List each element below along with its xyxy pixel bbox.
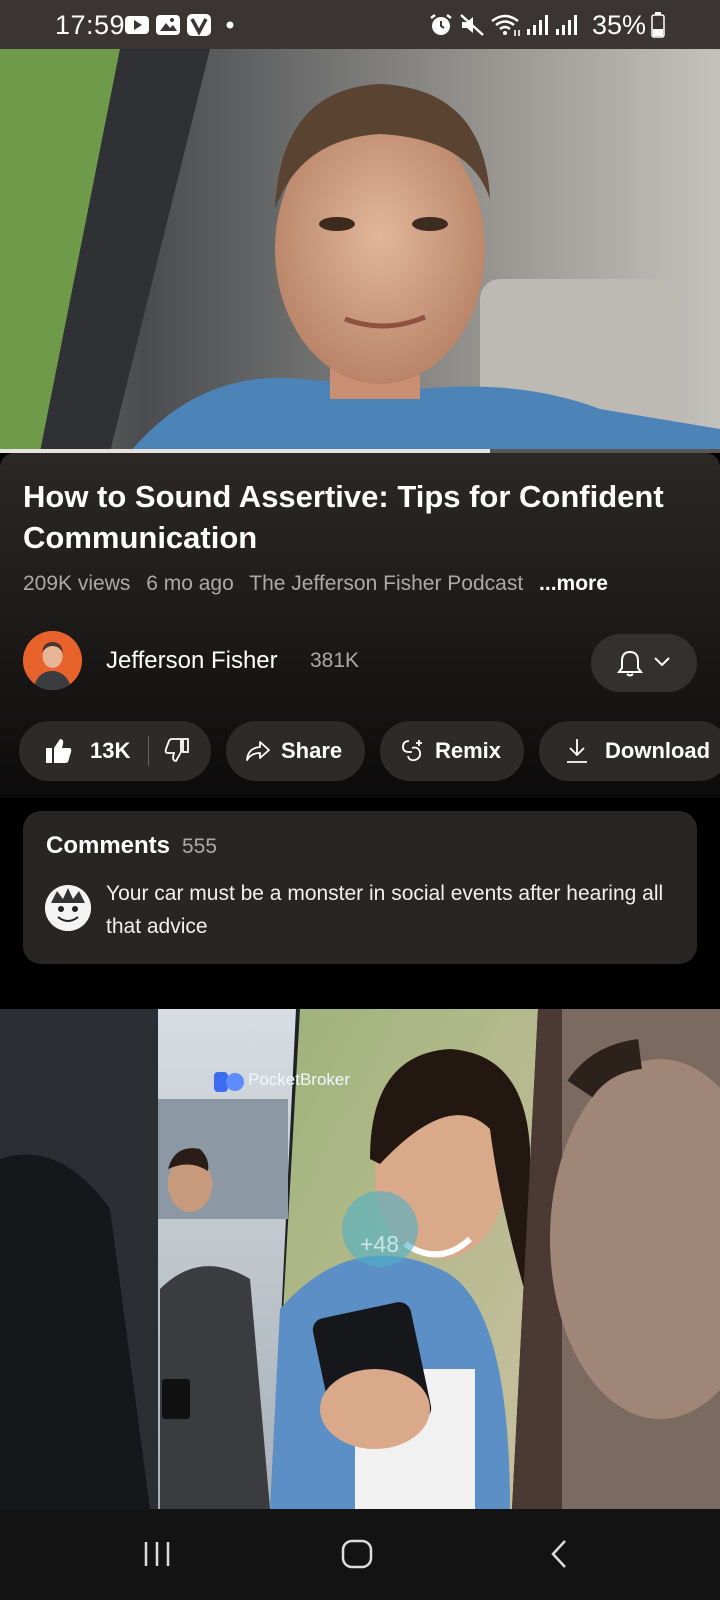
share-button[interactable]: Share — [226, 721, 365, 781]
comments-heading: Comments — [46, 832, 171, 859]
view-count: 209K views — [23, 572, 131, 595]
remix-label: Remix — [435, 738, 502, 763]
dot-icon — [226, 21, 234, 29]
channel-avatar[interactable] — [23, 631, 82, 690]
channel-name[interactable]: Jefferson Fisher — [106, 647, 278, 675]
ad-frame — [0, 1009, 720, 1509]
remix-button[interactable]: Remix — [380, 721, 524, 781]
recents-icon[interactable] — [142, 1539, 172, 1569]
video-title[interactable]: How to Sound Assertive: Tips for Confide… — [23, 476, 703, 558]
status-time: 17:59 — [55, 10, 126, 40]
download-button[interactable]: Download — [539, 721, 720, 781]
wifi-icon — [491, 14, 520, 36]
battery-icon — [651, 12, 665, 38]
comments-count: 555 — [182, 835, 218, 858]
more-link[interactable]: ...more — [539, 572, 608, 595]
thumbs-up-icon[interactable] — [45, 737, 73, 765]
commenter-avatar — [45, 885, 91, 931]
top-comment-text: Your car must be a monster in social eve… — [106, 882, 664, 938]
thumbs-down-icon[interactable] — [164, 738, 190, 764]
home-icon[interactable] — [340, 1538, 374, 1570]
ad-badge: +48 — [360, 1231, 400, 1257]
gallery-icon — [156, 15, 180, 35]
podcast-link[interactable]: The Jefferson Fisher Podcast — [249, 572, 523, 595]
share-icon — [246, 741, 270, 761]
video-player[interactable] — [0, 49, 720, 452]
like-count: 13K — [90, 738, 131, 763]
bell-icon — [617, 650, 643, 677]
remix-icon — [402, 740, 422, 762]
download-icon — [567, 739, 587, 763]
signal-icon — [527, 15, 548, 35]
download-label: Download — [605, 738, 711, 763]
notification-bell-button[interactable] — [591, 634, 697, 692]
ad-brand-label: PocketBroker — [248, 1070, 351, 1089]
back-icon[interactable] — [548, 1538, 570, 1570]
youtube-icon — [125, 16, 149, 34]
share-label: Share — [281, 738, 343, 763]
chevron-down-icon — [654, 657, 670, 667]
video-meta[interactable]: 209K views 6 mo ago The Jefferson Fisher… — [23, 572, 618, 596]
signal-icon — [556, 15, 577, 35]
subscriber-count: 381K — [310, 649, 360, 672]
video-frame — [0, 49, 720, 452]
system-nav-bar — [0, 1509, 720, 1600]
mute-icon — [460, 14, 484, 36]
ad-video[interactable]: PocketBroker +48 — [0, 1009, 720, 1509]
upload-age: 6 mo ago — [146, 572, 234, 595]
vpn-v-icon — [187, 14, 211, 36]
chip-divider — [148, 736, 149, 766]
like-dislike-chip[interactable]: 13K — [19, 721, 211, 781]
alarm-icon — [430, 14, 452, 35]
battery-percent: 35% — [592, 10, 647, 40]
